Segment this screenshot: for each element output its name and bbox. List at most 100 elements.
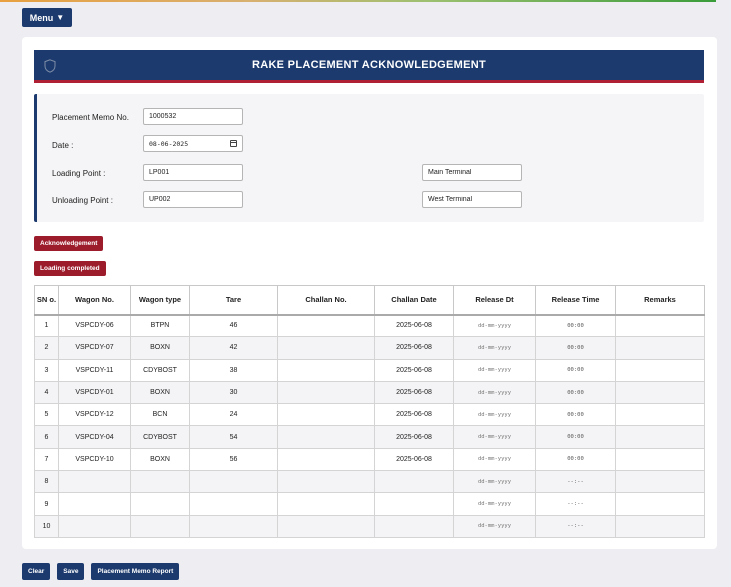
column-header-release-dt: Release Dt [453, 285, 536, 316]
loading-completed-button[interactable]: Loading completed [34, 261, 106, 276]
caret-down-icon: ▼ [56, 13, 65, 22]
challan-date-cell: 2025-06-08 [374, 425, 454, 449]
remarks-cell[interactable] [615, 380, 705, 405]
column-header-sn: SN o. [34, 285, 59, 316]
release-time-input[interactable]: 00:00 [535, 380, 616, 405]
challan-no-cell[interactable] [277, 447, 375, 472]
wagon-no-cell [58, 492, 131, 516]
challan-date-cell [374, 514, 454, 538]
challan-no-cell[interactable] [277, 358, 375, 382]
page-title: RAKE PLACEMENT ACKNOWLEDGEMENT [251, 59, 487, 71]
wagon-no-cell: VSPCDY-10 [58, 447, 131, 472]
release-dt-input[interactable]: dd-mm-yyyy [453, 380, 536, 405]
challan-no-cell[interactable] [277, 403, 375, 427]
wagon-type-cell [130, 470, 190, 494]
remarks-cell[interactable] [615, 336, 705, 360]
challan-no-cell[interactable] [277, 380, 375, 405]
main-card: RAKE PLACEMENT ACKNOWLEDGEMENT Placement… [22, 37, 717, 549]
remarks-cell[interactable] [615, 313, 705, 338]
wagon-no-cell: VSPCDY-11 [58, 358, 131, 382]
table-row: 9 dd-mm-yyyy --:-- [34, 492, 705, 516]
footer-actions: Clear Save Placement Memo Report [22, 563, 180, 580]
tare-cell: 56 [189, 447, 278, 472]
sn-cell: 7 [34, 447, 59, 472]
release-time-input[interactable]: 00:00 [535, 336, 616, 360]
release-time-input[interactable]: 00:00 [535, 313, 616, 338]
remarks-cell[interactable] [615, 470, 705, 494]
remarks-cell[interactable] [615, 403, 705, 427]
loading-point-code-input[interactable] [143, 164, 243, 181]
challan-date-cell: 2025-06-08 [374, 336, 454, 360]
release-dt-input[interactable]: dd-mm-yyyy [453, 514, 536, 538]
release-dt-input[interactable]: dd-mm-yyyy [453, 336, 536, 360]
challan-date-cell [374, 492, 454, 516]
release-time-input[interactable]: 00:00 [535, 403, 616, 427]
shield-icon [44, 59, 56, 73]
wagon-type-cell: BOXN [130, 447, 190, 472]
table-row: 10 dd-mm-yyyy --:-- [34, 514, 705, 538]
save-button[interactable]: Save [57, 563, 85, 580]
date-label: Date : [52, 141, 74, 150]
acknowledgement-button[interactable]: Acknowledgement [34, 236, 104, 251]
placement-memo-report-button[interactable]: Placement Memo Report [91, 563, 180, 580]
challan-date-cell: 2025-06-08 [374, 313, 454, 338]
release-dt-input[interactable]: dd-mm-yyyy [453, 358, 536, 382]
calendar-icon[interactable] [230, 140, 237, 147]
table-row: 8 dd-mm-yyyy --:-- [34, 470, 705, 494]
challan-date-cell [374, 470, 454, 494]
challan-no-cell[interactable] [277, 514, 375, 538]
sn-cell: 3 [34, 358, 59, 382]
memo-number-input[interactable] [143, 108, 243, 125]
challan-no-cell[interactable] [277, 470, 375, 494]
date-input[interactable]: 08-06-2025 [143, 135, 243, 152]
release-time-input[interactable]: --:-- [535, 470, 616, 494]
table-row: 5 VSPCDY-12 BCN 24 2025-06-08 dd-mm-yyyy 00:00 [34, 403, 705, 427]
challan-no-cell[interactable] [277, 336, 375, 360]
wagon-no-cell: VSPCDY-12 [58, 403, 131, 427]
release-time-input[interactable]: 00:00 [535, 425, 616, 449]
challan-no-cell[interactable] [277, 492, 375, 516]
remarks-cell[interactable] [615, 358, 705, 382]
remarks-cell[interactable] [615, 447, 705, 472]
remarks-cell[interactable] [615, 425, 705, 449]
column-header-challan-no: Challan No. [277, 285, 375, 316]
column-header-wagon-type: Wagon type [130, 285, 190, 316]
table-row: 6 VSPCDY-04 CDYBOST 54 2025-06-08 dd-mm-yyyy 0… [34, 425, 705, 449]
table-row: 2 VSPCDY-07 BOXN 42 2025-06-08 dd-mm-yyyy 00:0… [34, 336, 705, 360]
unloading-point-code-input[interactable] [143, 191, 243, 208]
remarks-cell[interactable] [615, 492, 705, 516]
menu-label: Menu [29, 12, 54, 23]
tare-cell [189, 492, 278, 516]
wagon-table: SN o. Wagon No. Wagon type Tare Challan … [34, 285, 705, 538]
sn-cell: 6 [34, 425, 59, 449]
release-dt-input[interactable]: dd-mm-yyyy [453, 403, 536, 427]
menu-button[interactable]: Menu ▼ [22, 8, 72, 27]
challan-no-cell[interactable] [277, 313, 375, 338]
release-dt-input[interactable]: dd-mm-yyyy [453, 492, 536, 516]
release-dt-input[interactable]: dd-mm-yyyy [453, 447, 536, 472]
clear-button[interactable]: Clear [22, 563, 51, 580]
page-header: RAKE PLACEMENT ACKNOWLEDGEMENT [34, 50, 704, 83]
unloading-point-label: Unloading Point : [52, 196, 113, 205]
remarks-cell[interactable] [615, 514, 705, 538]
release-time-input[interactable]: --:-- [535, 514, 616, 538]
release-dt-input[interactable]: dd-mm-yyyy [453, 470, 536, 494]
wagon-type-cell [130, 492, 190, 516]
loading-point-name-input[interactable] [422, 164, 522, 181]
table-header-row: SN o. Wagon No. Wagon type Tare Challan … [34, 285, 705, 316]
wagon-type-cell: BOXN [130, 336, 190, 360]
sn-cell: 10 [34, 514, 59, 538]
release-time-input[interactable]: 00:00 [535, 358, 616, 382]
table-row: 4 VSPCDY-01 BOXN 30 2025-06-08 dd-mm-yyyy 00:0… [34, 380, 705, 405]
challan-no-cell[interactable] [277, 425, 375, 449]
release-time-input[interactable]: 00:00 [535, 447, 616, 472]
unloading-point-name-input[interactable] [422, 191, 522, 208]
release-dt-input[interactable]: dd-mm-yyyy [453, 425, 536, 449]
wagon-no-cell: VSPCDY-07 [58, 336, 131, 360]
sn-cell: 1 [34, 313, 59, 338]
column-header-challan-date: Challan Date [374, 285, 454, 316]
memo-number-label: Placement Memo No. [52, 113, 129, 122]
release-dt-input[interactable]: dd-mm-yyyy [453, 313, 536, 338]
sn-cell: 5 [34, 403, 59, 427]
release-time-input[interactable]: --:-- [535, 492, 616, 516]
